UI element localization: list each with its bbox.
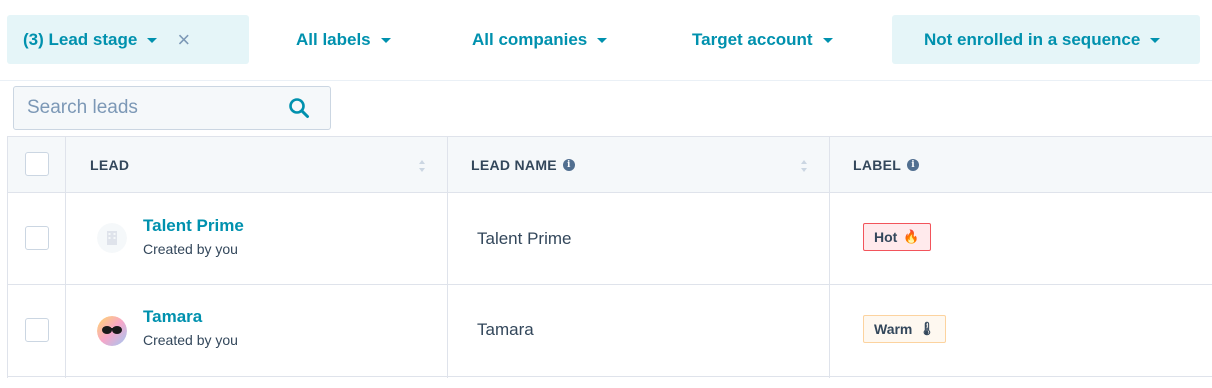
lead-link[interactable]: Tamara — [143, 307, 202, 327]
chevron-down-icon — [597, 38, 608, 43]
column-header-lead-label: LEAD — [90, 156, 130, 173]
info-icon[interactable]: i — [562, 158, 575, 171]
lead-stage-filter[interactable]: (3) Lead stage × — [7, 15, 249, 64]
search-input[interactable] — [14, 87, 284, 129]
column-header-lead-name-label: LEAD NAME — [471, 156, 557, 173]
label-badge-text: Hot — [874, 229, 898, 245]
chevron-down-icon — [822, 38, 833, 43]
sort-icon[interactable] — [800, 159, 808, 173]
row-checkbox[interactable] — [25, 226, 49, 250]
table-row: Talent Prime Created by you Talent Prime… — [8, 193, 1212, 285]
lead-name-cell: Tamara — [477, 320, 534, 339]
column-header-lead-name[interactable]: LEAD NAME i — [471, 137, 575, 192]
sort-icon[interactable] — [418, 159, 426, 173]
companies-filter-label: All companies — [472, 29, 588, 49]
labels-filter[interactable]: All labels — [280, 15, 407, 64]
lead-stage-filter-label: (3) Lead stage — [23, 29, 138, 49]
column-header-label[interactable]: LABEL i — [853, 137, 920, 192]
table-header: LEAD LEAD NAME i LABEL i — [8, 136, 1212, 193]
info-icon[interactable]: i — [907, 158, 920, 171]
sequence-filter[interactable]: Not enrolled in a sequence — [892, 15, 1200, 64]
column-header-lead[interactable]: LEAD — [90, 137, 129, 192]
chevron-down-icon — [147, 38, 158, 43]
close-icon[interactable]: × — [177, 28, 190, 51]
table-row: Tamara Created by you Tamara Warm 🌡 — [8, 285, 1212, 377]
chevron-down-icon — [1150, 38, 1161, 43]
lead-link[interactable]: Talent Prime — [143, 216, 244, 236]
search-icon[interactable] — [288, 97, 310, 119]
target-account-filter[interactable]: Target account — [676, 15, 849, 64]
chevron-down-icon — [380, 38, 391, 43]
label-badge-hot: Hot 🔥 — [863, 223, 931, 251]
leads-table: LEAD LEAD NAME i LABEL i Talent Prime Cr… — [7, 136, 1212, 378]
label-badge-warm: Warm 🌡 — [863, 315, 946, 343]
column-header-label-label: LABEL — [853, 156, 902, 173]
sequence-filter-label: Not enrolled in a sequence — [924, 29, 1141, 49]
companies-filter[interactable]: All companies — [456, 15, 623, 64]
label-badge-text: Warm — [874, 321, 913, 337]
building-avatar-icon — [97, 223, 127, 253]
lead-created-by: Created by you — [143, 241, 238, 257]
search-bar — [0, 80, 1212, 137]
lead-created-by: Created by you — [143, 332, 238, 348]
select-all-checkbox[interactable] — [25, 152, 49, 176]
person-avatar — [97, 316, 127, 346]
lead-name-cell: Talent Prime — [477, 229, 572, 248]
fire-icon: 🔥 — [903, 229, 920, 244]
row-checkbox[interactable] — [25, 318, 49, 342]
search-box[interactable] — [13, 86, 331, 130]
target-account-filter-label: Target account — [692, 29, 813, 49]
filter-bar: (3) Lead stage × All labels All companie… — [0, 0, 1212, 81]
thermometer-icon: 🌡 — [918, 321, 935, 336]
labels-filter-label: All labels — [296, 29, 371, 49]
